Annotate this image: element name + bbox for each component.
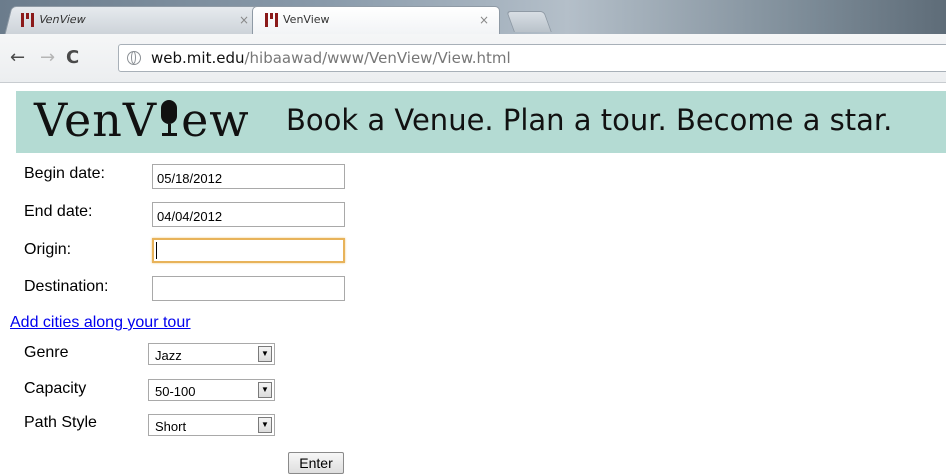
tab-title: VenView [37,13,88,26]
begin-date-input[interactable] [152,164,345,189]
begin-date-label: Begin date: [24,165,105,182]
add-cities-link[interactable]: Add cities along your tour [10,314,191,332]
path-style-select[interactable]: Short ▼ [148,414,275,436]
capacity-label: Capacity [24,380,87,397]
tab-close-icon[interactable]: × [239,7,249,33]
text-caret [156,242,157,259]
tab-venview-1[interactable]: VenView × [4,6,264,34]
back-arrow-icon[interactable]: ← [10,48,25,68]
end-date-input[interactable] [152,202,345,227]
address-bar[interactable]: web.mit.edu/hibaawad/www/VenView/View.ht… [118,44,946,72]
destination-input[interactable] [152,276,345,301]
capacity-selected-value: 50-100 [155,384,196,399]
url-path: /hibaawad/www/VenView/View.html [244,49,511,67]
chevron-down-icon[interactable]: ▼ [258,346,272,362]
logo-text-prefix: VenV [34,93,158,147]
tab-close-icon[interactable]: × [479,7,489,33]
microphone-icon [158,98,180,138]
path-style-selected-value: Short [155,419,187,434]
origin-input[interactable] [152,238,345,263]
url-text: web.mit.edu/hibaawad/www/VenView/View.ht… [151,49,511,67]
tab-venview-2[interactable]: VenView × [252,6,500,34]
chevron-down-icon[interactable]: ▼ [258,382,272,398]
reload-icon[interactable]: C [66,48,79,68]
browser-toolbar: ← → C web.mit.edu/hibaawad/www/VenView/V… [0,34,946,83]
tab-bar: VenView × VenView × [0,0,946,34]
tagline: Book a Venue. Plan a tour. Become a star… [286,103,893,137]
venview-favicon-icon [265,13,279,27]
genre-select[interactable]: Jazz ▼ [148,343,275,365]
venview-favicon-icon [21,13,35,27]
path-style-label: Path Style [24,414,97,431]
end-date-label: End date: [24,203,93,220]
capacity-select[interactable]: 50-100 ▼ [148,379,275,401]
venview-banner: VenV ew Book a Venue. Plan a tour. Become… [16,91,946,153]
globe-icon [127,51,141,65]
tab-title: VenView [283,13,330,26]
venview-logo: VenV ew [34,93,250,147]
enter-button[interactable]: Enter [288,452,344,474]
new-tab-button[interactable] [506,11,552,32]
genre-label: Genre [24,344,69,361]
origin-label: Origin: [24,241,72,258]
destination-label: Destination: [24,278,109,295]
genre-selected-value: Jazz [155,348,182,363]
forward-arrow-icon[interactable]: → [40,48,55,68]
chevron-down-icon[interactable]: ▼ [258,417,272,433]
logo-text-suffix: ew [181,93,250,147]
url-host: web.mit.edu [151,49,245,67]
